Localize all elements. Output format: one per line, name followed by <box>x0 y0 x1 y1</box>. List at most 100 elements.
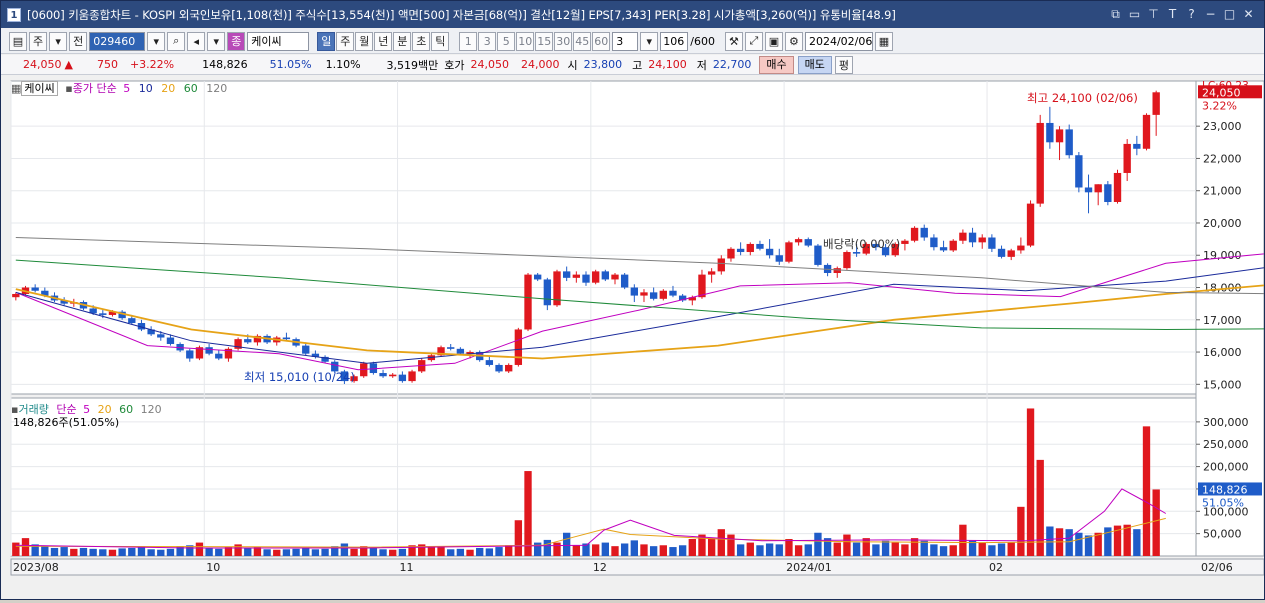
volume-bar <box>70 548 78 556</box>
crosshair-icon[interactable]: ⤢ <box>744 31 763 51</box>
close-icon[interactable]: ✕ <box>1241 7 1256 22</box>
candle-body <box>1075 155 1083 188</box>
maximize-icon[interactable]: □ <box>1222 7 1237 22</box>
annot-dividend: 배당락(0.00%) <box>823 237 900 251</box>
volume-bar <box>234 544 242 556</box>
stock-code-input[interactable]: 029460 <box>89 31 146 51</box>
candle-body <box>505 364 513 372</box>
volume-bar <box>244 547 252 556</box>
period-button-0[interactable]: 일 <box>317 31 336 51</box>
volume-bar <box>137 547 146 556</box>
pin-icon[interactable]: ⊤ <box>1146 7 1161 22</box>
volume-bar <box>12 542 20 556</box>
search-icon[interactable]: ⌕ <box>167 31 186 51</box>
interval-button-10[interactable]: 10 <box>516 31 535 51</box>
volume-bar <box>205 547 213 556</box>
sell-button[interactable]: 매도 <box>797 55 832 74</box>
candle-body <box>447 347 455 349</box>
eval-button[interactable]: 평 <box>834 55 854 74</box>
volume-bar <box>939 546 948 556</box>
candle-body <box>669 290 677 296</box>
legend-vol-ma-60: 60 <box>119 403 134 416</box>
date-input[interactable]: 2024/02/06 <box>804 31 873 51</box>
period-button-4[interactable]: 분 <box>393 31 412 51</box>
calendar-icon[interactable]: ▦ <box>874 31 893 51</box>
trade-amount: 3,519백만 <box>386 58 439 72</box>
volume-bar <box>736 544 745 556</box>
period-button-6[interactable]: 틱 <box>431 31 450 51</box>
period-button-1[interactable]: 주 <box>336 31 355 51</box>
link-icon[interactable]: ⧉ <box>1108 7 1123 22</box>
candle-body <box>920 227 928 238</box>
period-button-3[interactable]: 년 <box>374 31 393 51</box>
volume-bar <box>1084 535 1093 556</box>
x-axis-label: 02/06 <box>1201 561 1233 574</box>
interval-button-3[interactable]: 3 <box>478 31 497 51</box>
period-button-2[interactable]: 월 <box>355 31 374 51</box>
candle-body <box>707 271 716 275</box>
buy-button[interactable]: 매수 <box>759 55 794 74</box>
legend-ma-label[interactable]: 종가 단순 <box>73 82 117 95</box>
volume-bar <box>534 542 542 556</box>
volume-bar <box>920 540 928 556</box>
volume-bar <box>60 547 68 556</box>
turnover: 1.10% <box>325 58 361 71</box>
chart-area[interactable]: 23,000 22,000 21,000 20,000 19,000 18,000 17,0… <box>1 76 1265 600</box>
interval-select[interactable]: 3 <box>612 31 639 51</box>
volume-bar <box>456 548 465 556</box>
candle-body <box>930 237 938 248</box>
prev-button[interactable]: 전 <box>69 31 88 51</box>
market-select[interactable]: 주 <box>29 31 48 51</box>
chart-canvas[interactable]: 23,00022,00021,00020,00019,00018,00017,0… <box>1 76 1265 600</box>
volume-bar <box>505 545 513 556</box>
legend-stock-name[interactable]: 케이씨 <box>21 81 58 96</box>
volume-bar <box>775 544 783 556</box>
volume-bar <box>881 540 890 556</box>
save-icon[interactable]: ▣ <box>764 31 783 51</box>
volume-bar <box>21 538 30 556</box>
arrow-down-icon[interactable]: ▾ <box>207 31 226 51</box>
volume-bar <box>128 547 136 556</box>
candle-body <box>601 271 609 280</box>
stock-badge-icon[interactable]: 종 <box>227 31 246 51</box>
code-dropdown-icon[interactable]: ▾ <box>147 31 166 51</box>
window-title: [0600] 키움종합차트 - KOSPI 외국인보유[1,108(천)] 주식… <box>27 7 896 22</box>
candle-body <box>1142 114 1151 149</box>
interval-button-1[interactable]: 1 <box>459 31 478 51</box>
sound-icon[interactable]: ◂ <box>187 31 206 51</box>
interval-button-45[interactable]: 45 <box>573 31 592 51</box>
period-button-5[interactable]: 초 <box>412 31 431 51</box>
market-dropdown-icon[interactable]: ▾ <box>49 31 68 51</box>
candle-body <box>765 248 774 256</box>
interval-button-5[interactable]: 5 <box>497 31 516 51</box>
interval-dropdown-icon[interactable]: ▾ <box>640 31 659 51</box>
volume-bar <box>1133 529 1141 556</box>
volume-bar <box>524 471 532 556</box>
candle-body <box>572 274 581 278</box>
interval-button-30[interactable]: 30 <box>554 31 573 51</box>
candle-body <box>1094 184 1102 193</box>
indicator-icon[interactable]: ⚒ <box>724 31 743 51</box>
font-icon[interactable]: T <box>1165 7 1180 22</box>
layout-icon[interactable]: ▤ <box>9 31 27 51</box>
volume-bar <box>1152 489 1160 556</box>
app-icon[interactable]: 1 <box>7 7 21 22</box>
count-input[interactable]: 106 <box>660 31 689 51</box>
gear-icon[interactable]: ⚙ <box>784 31 803 51</box>
help-icon[interactable]: ? <box>1184 7 1199 22</box>
interval-button-15[interactable]: 15 <box>535 31 554 51</box>
minimize-icon[interactable]: − <box>1203 7 1218 22</box>
candle-body <box>1065 129 1073 156</box>
volume-tick-label: 250,000 <box>1203 438 1249 451</box>
volume-bar <box>379 549 387 556</box>
x-axis-label: 02 <box>989 561 1003 574</box>
volume-bar <box>794 545 803 556</box>
restore-icon[interactable]: ▭ <box>1127 7 1142 22</box>
interval-button-60[interactable]: 60 <box>592 31 611 51</box>
main-toolbar: ▤ 주 ▾ 전 029460 ▾ ⌕ ◂ ▾ 종 케이씨 일주월년분초틱 135… <box>1 29 1264 54</box>
volume-bar <box>1046 526 1054 556</box>
price-tick-label: 21,000 <box>1203 185 1242 198</box>
stock-name-field[interactable]: 케이씨 <box>247 31 310 51</box>
candle-body <box>1133 143 1141 149</box>
volume-bar <box>572 545 581 556</box>
